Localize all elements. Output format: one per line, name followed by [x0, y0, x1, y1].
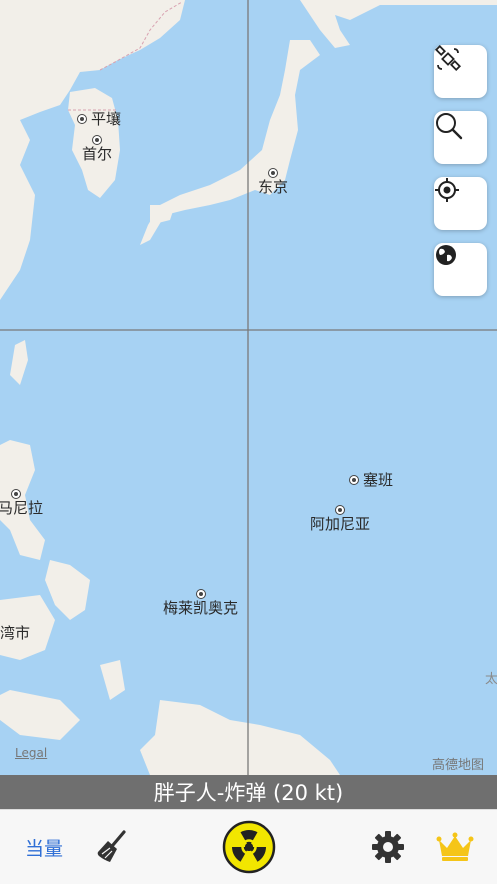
region-edge-label: 太	[485, 672, 497, 687]
globe-button[interactable]	[434, 243, 487, 296]
selected-weapon-banner[interactable]: 胖子人-炸弹 (20 kt)	[0, 775, 497, 809]
satellite-button[interactable]	[434, 45, 487, 98]
city-hagatna[interactable]: 阿加尼亚	[310, 505, 370, 533]
search-icon	[436, 113, 463, 140]
search-button[interactable]	[434, 111, 487, 164]
globe-icon	[436, 245, 456, 265]
gear-icon	[372, 831, 404, 863]
city-marker-icon	[349, 474, 359, 485]
city-marker-icon	[268, 168, 278, 178]
premium-button[interactable]	[434, 810, 476, 884]
locate-icon	[435, 178, 459, 202]
clear-button[interactable]	[92, 810, 132, 884]
settings-button[interactable]	[368, 810, 408, 884]
city-marker-icon	[195, 589, 206, 599]
map-canvas	[0, 0, 497, 775]
weapon-title: 胖子人-炸弹 (20 kt)	[153, 781, 344, 805]
bottom-toolbar: 当量	[0, 809, 497, 884]
city-marker-icon	[335, 505, 345, 515]
city-marker-icon	[77, 113, 87, 124]
city-pyongyang[interactable]: 平壤	[77, 108, 121, 129]
legal-link[interactable]: Legal	[15, 746, 47, 760]
city-manila[interactable]: 马尼拉	[0, 489, 43, 517]
city-saipan[interactable]: 塞班	[349, 469, 393, 490]
city-seoul[interactable]: 首尔	[82, 135, 112, 163]
city-melekeok[interactable]: 梅莱凯奥克	[163, 589, 238, 617]
crown-icon	[436, 832, 474, 861]
provider-label: 高德地图	[432, 758, 485, 773]
broom-icon	[97, 830, 126, 862]
radiation-icon	[222, 820, 276, 874]
city-bay[interactable]: 湾市	[0, 622, 30, 643]
locate-button[interactable]	[434, 177, 487, 230]
city-marker-icon	[92, 135, 102, 145]
map-view[interactable]: 平壤 首尔 东京 马尼拉 塞班 阿加尼亚 梅莱凯奥克 湾市 Legal 高德地图…	[0, 0, 497, 775]
yield-button[interactable]: 当量	[14, 810, 74, 884]
yield-label: 当量	[24, 837, 63, 860]
satellite-icon	[434, 45, 462, 72]
city-tokyo[interactable]: 东京	[258, 168, 288, 196]
city-marker-icon	[11, 489, 21, 499]
detonate-button[interactable]	[220, 810, 278, 884]
